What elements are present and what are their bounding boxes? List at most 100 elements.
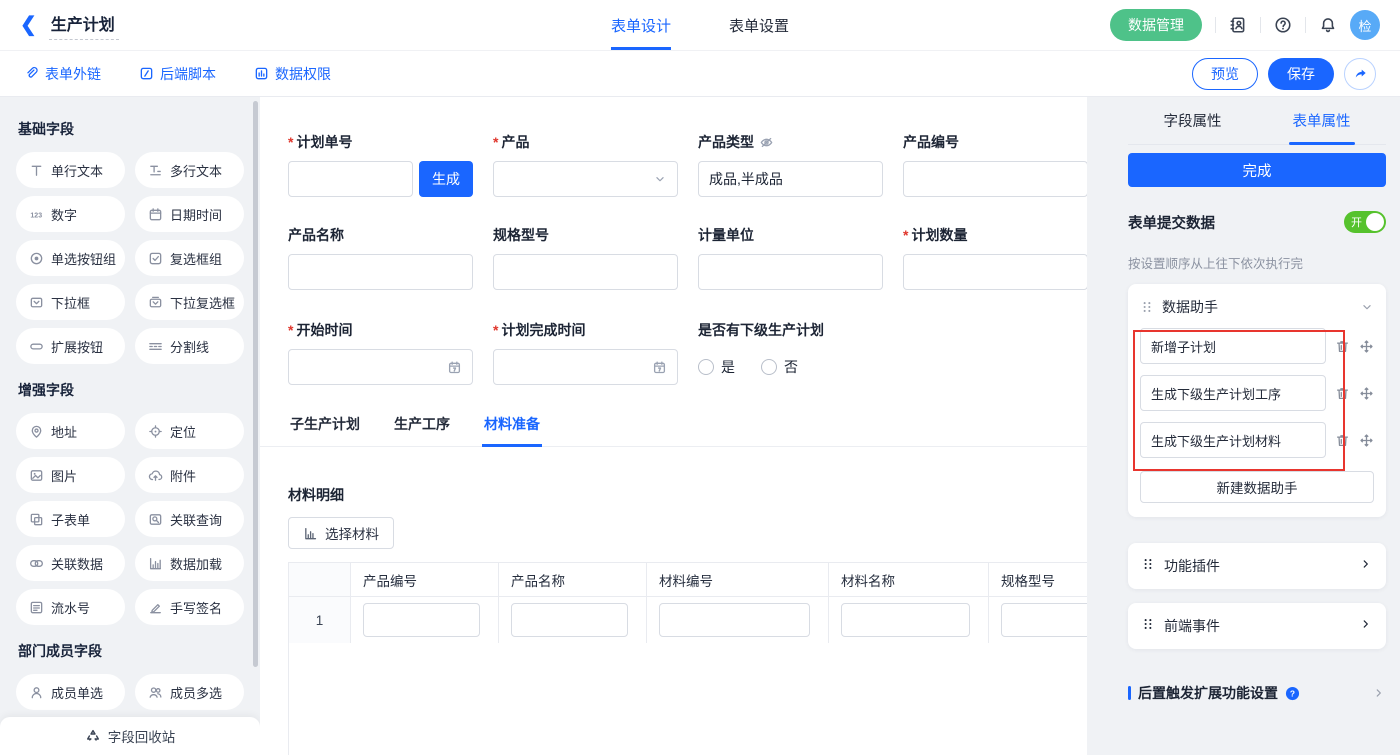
text-input[interactable]	[288, 161, 413, 197]
assistant-item-name[interactable]: 生成下级生产计划材料	[1140, 422, 1326, 458]
sidebar-item-定位[interactable]: 定位	[135, 413, 244, 449]
field-recycle-bin[interactable]: 字段回收站	[0, 717, 260, 755]
panel-card-功能插件[interactable]: 功能插件	[1128, 543, 1386, 589]
select-material-button[interactable]: 选择材料	[288, 517, 394, 549]
trash-icon[interactable]	[1335, 339, 1350, 354]
toolbar-link-2[interactable]: 数据权限	[254, 64, 331, 84]
field-计划完成时间[interactable]: *计划完成时间	[493, 320, 678, 385]
date-input[interactable]	[288, 349, 473, 385]
sidebar-item-单选按钮组[interactable]: 单选按钮组	[16, 240, 125, 276]
radio-circle-icon	[698, 359, 714, 375]
sidebar-item-关联查询[interactable]: 关联查询	[135, 501, 244, 537]
cell-input[interactable]	[1001, 603, 1087, 637]
move-icon[interactable]	[1359, 386, 1374, 401]
sidebar-item-分割线[interactable]: 分割线	[135, 328, 244, 364]
subtab-生产工序[interactable]: 生产工序	[392, 405, 452, 447]
drag-handle-icon[interactable]	[1141, 617, 1155, 636]
drag-handle-icon[interactable]	[1140, 300, 1154, 314]
cell-input[interactable]	[659, 603, 810, 637]
field-计划单号[interactable]: *计划单号生成	[288, 132, 473, 197]
text-input[interactable]: 成品,半成品	[698, 161, 883, 197]
sidebar-item-成员单选[interactable]: 成员单选	[16, 674, 125, 710]
sidebar-item-下拉复选框[interactable]: 下拉复选框	[135, 284, 244, 320]
sidebar-item-日期时间[interactable]: 日期时间	[135, 196, 244, 232]
sidebar-item-手写签名[interactable]: 手写签名	[135, 589, 244, 625]
sidebar-item-label: 子表单	[51, 510, 90, 529]
drag-handle-icon[interactable]	[1141, 557, 1155, 576]
main-tab-1[interactable]: 表单设置	[729, 0, 789, 50]
text-input[interactable]	[493, 254, 678, 290]
field-开始时间[interactable]: *开始时间	[288, 320, 473, 385]
field-产品[interactable]: *产品	[493, 132, 678, 197]
panel-card-前端事件[interactable]: 前端事件	[1128, 603, 1386, 649]
preview-button[interactable]: 预览	[1192, 58, 1258, 90]
back-icon[interactable]: ❮	[20, 15, 37, 35]
help-icon[interactable]	[1274, 16, 1292, 34]
radio-option-否[interactable]: 否	[761, 357, 798, 377]
sidebar-item-复选框组[interactable]: 复选框组	[135, 240, 244, 276]
sidebar-item-下拉框[interactable]: 下拉框	[16, 284, 125, 320]
cell-input[interactable]	[363, 603, 480, 637]
post-trigger-settings[interactable]: 后置触发扩展功能设置 ?	[1128, 683, 1386, 703]
form-title[interactable]: 生产计划	[49, 11, 119, 40]
field-计划数量[interactable]: *计划数量	[903, 225, 1087, 290]
cell-input[interactable]	[841, 603, 970, 637]
subtab-材料准备[interactable]: 材料准备	[482, 405, 542, 447]
sidebar-scrollbar[interactable]	[253, 101, 258, 667]
field-产品类型[interactable]: 产品类型成品,半成品	[698, 132, 883, 197]
field-规格型号[interactable]: 规格型号	[493, 225, 678, 290]
sidebar-item-子表单[interactable]: 子表单	[16, 501, 125, 537]
sidebar-item-流水号[interactable]: 流水号	[16, 589, 125, 625]
share-button[interactable]	[1344, 58, 1376, 90]
done-button[interactable]: 完成	[1128, 153, 1386, 187]
toolbar-link-1[interactable]: 后端脚本	[139, 64, 216, 84]
submit-data-toggle[interactable]: 开	[1344, 211, 1386, 233]
subtab-子生产计划[interactable]: 子生产计划	[288, 405, 362, 447]
new-assistant-button[interactable]: 新建数据助手	[1140, 471, 1374, 503]
sidebar-item-扩展按钮[interactable]: 扩展按钮	[16, 328, 125, 364]
radio-option-是[interactable]: 是	[698, 357, 735, 377]
assistant-item-name[interactable]: 新增子计划	[1140, 328, 1326, 364]
text-input[interactable]	[903, 161, 1087, 197]
sidebar-item-多行文本[interactable]: 多行文本	[135, 152, 244, 188]
panel-tab-字段属性[interactable]: 字段属性	[1128, 97, 1257, 144]
cell-input[interactable]	[511, 603, 628, 637]
text-input[interactable]	[288, 254, 473, 290]
bell-icon[interactable]	[1319, 16, 1337, 34]
sidebar-item-附件[interactable]: 附件	[135, 457, 244, 493]
divider	[1305, 17, 1306, 33]
panel-tab-表单属性[interactable]: 表单属性	[1257, 97, 1386, 144]
save-button[interactable]: 保存	[1268, 58, 1334, 90]
select-input[interactable]	[493, 161, 678, 197]
date-input[interactable]	[493, 349, 678, 385]
question-icon[interactable]: ?	[1285, 686, 1300, 701]
main-tab-0[interactable]: 表单设计	[611, 0, 671, 50]
trash-icon[interactable]	[1335, 386, 1350, 401]
sidebar-item-成员多选[interactable]: 成员多选	[135, 674, 244, 710]
toolbar-link-0[interactable]: 表单外链	[24, 64, 101, 84]
sidebar-item-关联数据[interactable]: 关联数据	[16, 545, 125, 581]
chevron-down-icon[interactable]	[1360, 300, 1374, 314]
text-input[interactable]	[903, 254, 1087, 290]
table-header-row: 产品编号产品名称材料编号材料名称规格型号	[289, 563, 1087, 597]
trash-icon[interactable]	[1335, 433, 1350, 448]
contacts-icon[interactable]	[1229, 16, 1247, 34]
generate-button[interactable]: 生成	[419, 161, 473, 197]
data-manage-button[interactable]: 数据管理	[1110, 9, 1202, 41]
sidebar-item-单行文本[interactable]: 单行文本	[16, 152, 125, 188]
field-产品编号[interactable]: 产品编号	[903, 132, 1087, 197]
sidebar-item-数据加载[interactable]: 数据加载	[135, 545, 244, 581]
avatar[interactable]: 检	[1350, 10, 1380, 40]
move-icon[interactable]	[1359, 433, 1374, 448]
sidebar-item-图片[interactable]: 图片	[16, 457, 125, 493]
field-产品名称[interactable]: 产品名称	[288, 225, 473, 290]
sidebar-item-数字[interactable]: 123数字	[16, 196, 125, 232]
assistant-item-name[interactable]: 生成下级生产计划工序	[1140, 375, 1326, 411]
field-计量单位[interactable]: 计量单位	[698, 225, 883, 290]
move-icon[interactable]	[1359, 339, 1374, 354]
sidebar-item-地址[interactable]: 地址	[16, 413, 125, 449]
sidebar-item-label: 数据加载	[170, 554, 222, 573]
field-是否有下级生产计划[interactable]: 是否有下级生产计划是否	[698, 320, 883, 385]
text-input[interactable]	[698, 254, 883, 290]
field-label: 开始时间	[296, 320, 352, 340]
